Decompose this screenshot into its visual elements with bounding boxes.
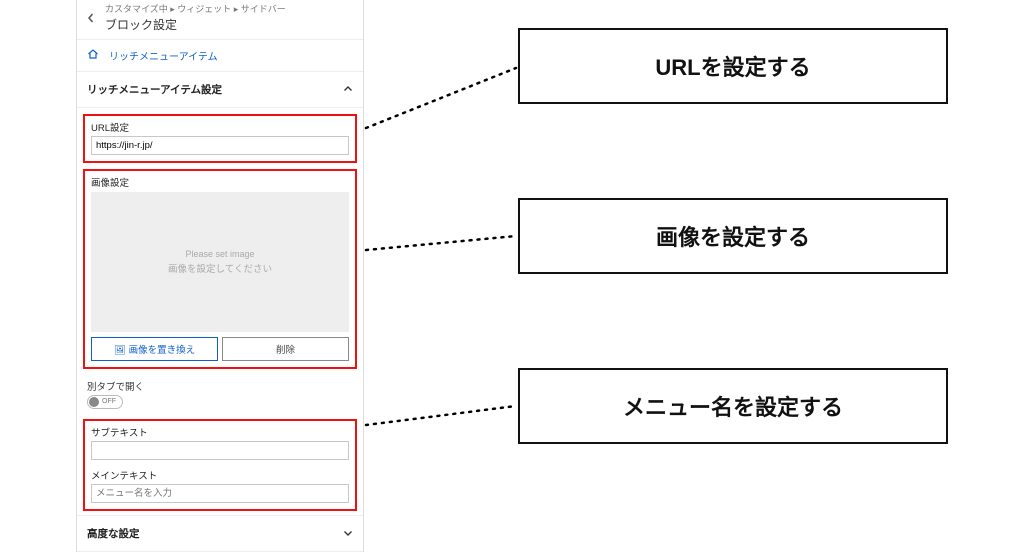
text-settings-box: サブテキスト メインテキスト — [83, 419, 357, 511]
callout-url: URLを設定する — [518, 28, 948, 104]
advanced-toggle-label: 高度な設定 — [87, 526, 140, 541]
panel-header: カスタマイズ中 ▸ ウィジェット ▸ サイドバー ブロック設定 — [77, 0, 363, 40]
chevron-down-icon — [343, 528, 353, 538]
url-field-label: URL設定 — [91, 120, 349, 134]
advanced-settings-toggle[interactable]: 高度な設定 — [77, 515, 363, 552]
image-field-label: 画像設定 — [91, 175, 349, 189]
subtext-input[interactable] — [91, 441, 349, 460]
newtab-label: 別タブで開く — [87, 379, 353, 393]
chevron-up-icon — [343, 84, 353, 94]
image-placeholder-area[interactable]: Please set image 画像を設定してください — [91, 192, 349, 332]
maintext-label: メインテキスト — [91, 468, 349, 482]
chevron-left-icon — [86, 13, 96, 23]
maintext-input[interactable] — [91, 484, 349, 503]
home-icon — [87, 48, 101, 62]
callout-menu: メニュー名を設定する — [518, 368, 948, 444]
url-settings-box: URL設定 — [83, 114, 357, 163]
breadcrumbs: カスタマイズ中 ▸ ウィジェット ▸ サイドバー — [105, 4, 286, 15]
callout-url-text: URLを設定する — [655, 50, 810, 82]
toggle-knob — [89, 397, 99, 407]
header-text: カスタマイズ中 ▸ ウィジェット ▸ サイドバー ブロック設定 — [105, 4, 286, 33]
newtab-row: 別タブで開く OFF — [77, 373, 363, 413]
delete-image-button[interactable]: 削除 — [222, 337, 349, 361]
newtab-toggle[interactable]: OFF — [87, 395, 123, 409]
home-link-label: リッチメニューアイテム — [109, 48, 218, 63]
page-title: ブロック設定 — [105, 16, 286, 33]
subtext-label: サブテキスト — [91, 425, 349, 439]
callout-image-text: 画像を設定する — [656, 220, 810, 252]
customizer-panel: カスタマイズ中 ▸ ウィジェット ▸ サイドバー ブロック設定 リッチメニューア… — [76, 0, 364, 552]
section-toggle-label: リッチメニューアイテム設定 — [87, 82, 222, 97]
replace-image-button[interactable]: 🖼 画像を置き換え — [91, 337, 218, 361]
image-placeholder-line2: 画像を設定してください — [168, 261, 272, 275]
callout-image: 画像を設定する — [518, 198, 948, 274]
url-input[interactable] — [91, 136, 349, 155]
home-link-row[interactable]: リッチメニューアイテム — [77, 40, 363, 72]
back-button[interactable] — [83, 10, 99, 26]
image-placeholder-line1: Please set image — [185, 249, 254, 259]
toggle-value: OFF — [102, 398, 116, 405]
image-settings-box: 画像設定 Please set image 画像を設定してください 🖼 画像を置… — [83, 169, 357, 369]
callout-menu-text: メニュー名を設定する — [623, 390, 843, 422]
rich-menu-section-toggle[interactable]: リッチメニューアイテム設定 — [77, 72, 363, 108]
